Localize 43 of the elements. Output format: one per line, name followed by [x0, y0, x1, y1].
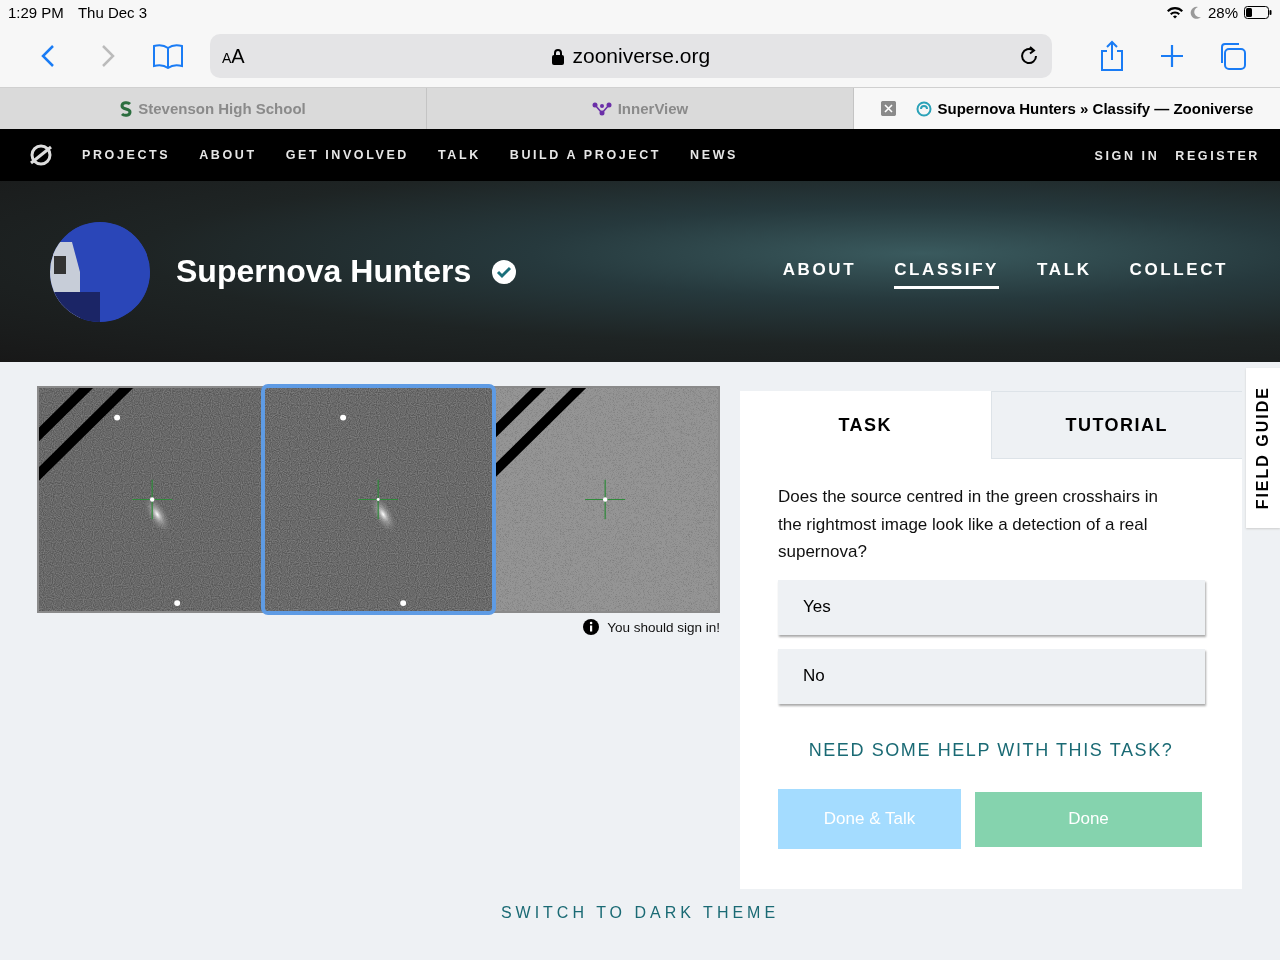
- account-link[interactable]: SIGN IN: [1094, 149, 1160, 163]
- info-icon: [583, 619, 600, 635]
- book-icon[interactable]: [152, 43, 184, 69]
- battery-icon: [1244, 6, 1272, 19]
- url-text: zooniverse.org: [572, 44, 711, 68]
- answer-option[interactable]: No: [778, 648, 1205, 704]
- browser-tab[interactable]: Supernova Hunters » Classify — Zooniverse: [854, 88, 1280, 129]
- logo-icon[interactable]: [28, 142, 54, 168]
- text-size-button[interactable]: AA: [222, 44, 245, 68]
- share-icon[interactable]: [1099, 40, 1125, 72]
- nav-link[interactable]: PROJECTS: [82, 148, 171, 162]
- wifi-icon: [1165, 6, 1184, 19]
- lock-icon: [552, 47, 565, 65]
- site-logo-icon: [915, 100, 932, 117]
- field-guide-tab[interactable]: FIELD GUIDE: [1246, 368, 1280, 528]
- moon-icon: [1189, 6, 1202, 19]
- address-bar[interactable]: AA zooniverse.org: [210, 34, 1052, 78]
- account-link[interactable]: REGISTER: [1175, 149, 1260, 163]
- site-logo-icon: [591, 101, 612, 116]
- close-icon[interactable]: [880, 101, 896, 116]
- project-nav-link[interactable]: COLLECT: [1129, 254, 1228, 289]
- project-title: Supernova Hunters: [176, 253, 472, 290]
- project-nav-link[interactable]: TALK: [1037, 254, 1092, 289]
- plus-icon[interactable]: [1160, 44, 1184, 68]
- task-question: Does the source centred in the green crosshairs in the rightmost image look like a detection of a real supernova?: [778, 486, 1159, 563]
- answer-option[interactable]: Yes: [778, 579, 1205, 635]
- project-nav-link[interactable]: CLASSIFY: [894, 254, 1000, 289]
- nav-link[interactable]: NEWS: [690, 148, 738, 162]
- site-logo-icon: [120, 100, 133, 117]
- status-time: 1:29 PM: [8, 4, 64, 21]
- back-icon[interactable]: [41, 44, 55, 68]
- nav-link[interactable]: GET INVOLVED: [285, 148, 409, 162]
- nav-link[interactable]: TALK: [438, 148, 481, 162]
- project-nav-link[interactable]: ABOUT: [782, 254, 857, 289]
- status-date: Thu Dec 3: [77, 4, 148, 21]
- reload-icon[interactable]: [1018, 45, 1040, 67]
- sign-in-notice: You should sign in!: [607, 619, 720, 635]
- help-link[interactable]: NEED SOME HELP WITH THIS TASK?: [740, 739, 1242, 761]
- nav-link[interactable]: BUILD A PROJECT: [509, 148, 662, 162]
- panel-tab[interactable]: TUTORIAL: [990, 391, 1242, 459]
- nav-link[interactable]: ABOUT: [199, 148, 257, 162]
- dark-theme-link[interactable]: SWITCH TO DARK THEME: [500, 904, 780, 921]
- battery-percentage: 28%: [1207, 4, 1238, 21]
